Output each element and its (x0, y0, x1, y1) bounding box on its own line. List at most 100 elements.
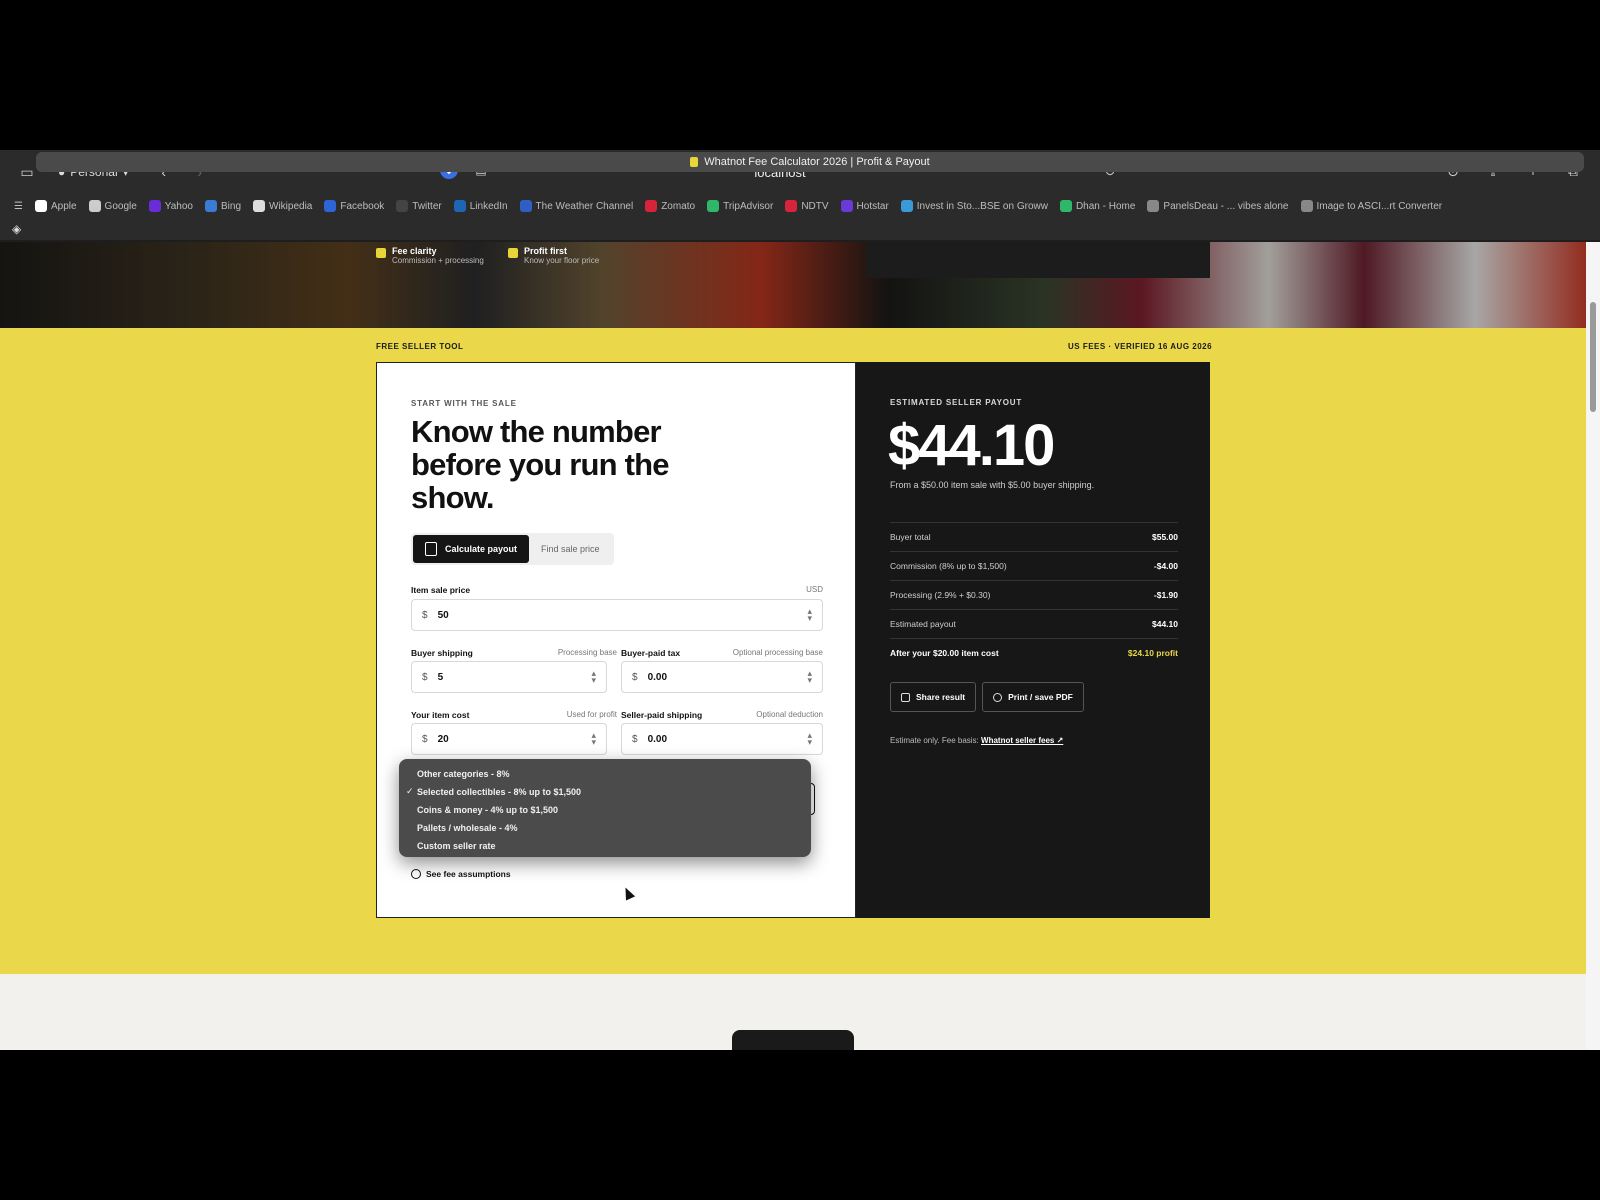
tab-calculate-payout[interactable]: Calculate payout (413, 535, 530, 563)
breakdown-row: Commission (8% up to $1,500) -$4.00 (890, 551, 1178, 580)
fee-breakdown-table: Buyer total $55.00 Commission (8% up to $1… (890, 522, 1178, 667)
stepper-icon[interactable]: ▴ ▾ (591, 669, 596, 685)
stepper-icon[interactable]: ▴ ▾ (807, 731, 812, 747)
link-label: See fee assumptions (426, 869, 511, 879)
tab-site-icon (690, 157, 699, 167)
bookmark-item[interactable]: TripAdvisor (707, 200, 773, 212)
fee-assumptions-link[interactable]: See fee assumptions (411, 869, 511, 879)
buyer-shipping-hint: Processing base (557, 648, 617, 657)
item-price-input[interactable]: $ 50 ▴ ▾ (411, 599, 823, 631)
bookmark-label: NDTV (801, 200, 829, 212)
bookmark-item[interactable]: Bing (204, 200, 241, 212)
row-value: $24.10 profit (1127, 648, 1178, 658)
bookmark-favicon-icon (396, 200, 409, 212)
currency-symbol: $ (632, 733, 638, 745)
floating-pill[interactable] (732, 1030, 854, 1050)
share-icon (901, 692, 910, 702)
bookmark-item[interactable]: Zomato (645, 200, 695, 212)
tab-strip (0, 218, 1600, 240)
category-option[interactable]: Pallets / wholesale - 4% (399, 819, 811, 837)
bookmark-item[interactable]: LinkedIn (453, 200, 508, 212)
bookmark-label: Image to ASCI...rt Converter (1316, 200, 1443, 212)
bookmark-label: Twitter (412, 200, 442, 212)
hero-preview-card (866, 242, 1210, 278)
bookmark-item[interactable]: Hotstar (840, 200, 889, 212)
check-badge-icon (376, 248, 386, 258)
row-label: Buyer total (890, 532, 931, 542)
row-value: -$4.00 (1153, 561, 1178, 571)
bookmark-item[interactable]: PanelsDeau - ... vibes alone (1147, 200, 1289, 212)
print-pdf-button[interactable]: Print / save PDF (982, 682, 1084, 712)
calculator-section: FREE SELLER TOOL US FEES · VERIFIED 16 A… (0, 328, 1586, 974)
row-value: -$1.90 (1153, 590, 1178, 600)
category-option[interactable]: Custom seller rate (399, 837, 811, 855)
estimate-note: Estimate only. Fee basis: Whatnot seller… (890, 736, 1063, 745)
buyer-tax-label: Buyer-paid tax (621, 648, 681, 658)
bookmark-favicon-icon (204, 200, 217, 212)
bookmark-favicon-icon (707, 200, 720, 212)
bookmark-favicon-icon (88, 200, 101, 212)
note-text: Estimate only. Fee basis: (890, 736, 979, 745)
calculator-card: START WITH THE SALE Know the number befo… (376, 362, 856, 918)
share-result-button[interactable]: Share result (890, 682, 977, 712)
tab-label: Find sale price (541, 544, 600, 554)
seller-shipping-hint: Optional deduction (756, 710, 823, 719)
mode-toggle: Calculate payout Find sale price (411, 533, 614, 565)
input-value: 20 (437, 733, 449, 745)
bookmark-item[interactable]: Dhan - Home (1059, 200, 1135, 212)
bookmark-favicon-icon (840, 200, 853, 212)
seller-shipping-input[interactable]: $ 0.00 ▴ ▾ (621, 723, 823, 755)
bookmarks-bar: ☰ Apple Google Yahoo Bing Wikipedia Facebook T… (0, 194, 1600, 218)
option-label: Pallets / wholesale - 4% (417, 823, 518, 833)
option-label: Coins & money - 4% up to $1,500 (417, 805, 559, 815)
bookmark-item[interactable]: Image to ASCI...rt Converter (1300, 200, 1443, 212)
hero-badge-title: Fee clarity (392, 246, 437, 256)
category-option[interactable]: Other categories - 8% (399, 765, 811, 783)
bookmarks-menu-icon[interactable]: ☰ (14, 201, 23, 212)
item-cost-hint: Used for profit (566, 710, 617, 719)
currency-symbol: $ (632, 671, 638, 683)
stepper-icon[interactable]: ▴ ▾ (807, 607, 812, 623)
active-tab[interactable]: Whatnot Fee Calculator 2026 | Profit & P… (36, 152, 1584, 172)
bookmark-item[interactable]: Wikipedia (253, 200, 312, 212)
row-value: $55.00 (1152, 532, 1178, 542)
option-label: Other categories - 8% (417, 769, 510, 779)
category-option[interactable]: Coins & money - 4% up to $1,500 (399, 801, 811, 819)
seller-fees-link[interactable]: Whatnot seller fees ↗ (981, 736, 1063, 745)
input-value: 0.00 (647, 671, 668, 683)
category-option[interactable]: ✓ Selected collectibles - 8% up to $1,500 (399, 783, 811, 801)
bookmark-item[interactable]: The Weather Channel (519, 200, 633, 212)
currency-symbol: $ (422, 609, 428, 621)
buyer-shipping-label: Buyer shipping (411, 648, 473, 658)
bookmark-favicon-icon (645, 200, 658, 212)
tab-find-sale-price[interactable]: Find sale price (529, 535, 612, 563)
bookmark-favicon-icon (324, 200, 337, 212)
input-value: 50 (437, 609, 449, 621)
bookmark-item[interactable]: Twitter (396, 200, 442, 212)
bookmark-item[interactable]: NDTV (785, 200, 829, 212)
calculator-kicker: START WITH THE SALE (411, 399, 517, 408)
bookmark-item[interactable]: Invest in Sto...BSE on Groww (900, 200, 1048, 212)
buyer-shipping-input[interactable]: $ 5 ▴ ▾ (411, 661, 607, 693)
input-value: 5 (437, 671, 444, 683)
page-scrollbar[interactable] (1586, 242, 1600, 1050)
breakdown-row: Processing (2.9% + $0.30) -$1.90 (890, 580, 1178, 609)
stepper-icon[interactable]: ▴ ▾ (807, 669, 812, 685)
mouse-cursor-icon (620, 885, 636, 901)
breakdown-row: Estimated payout $44.10 (890, 609, 1178, 638)
scrollbar-thumb[interactable] (1590, 302, 1596, 412)
bookmark-item[interactable]: Facebook (324, 200, 384, 212)
bookmark-item[interactable]: Apple (34, 200, 77, 212)
bookmark-favicon-icon (1059, 200, 1072, 212)
item-cost-input[interactable]: $ 20 ▴ ▾ (411, 723, 607, 755)
buyer-tax-input[interactable]: $ 0.00 ▴ ▾ (621, 661, 823, 693)
bookmark-item[interactable]: Google (88, 200, 137, 212)
row-label: Processing (2.9% + $0.30) (890, 590, 991, 600)
hero-banner: Fee clarity Commission + processing Prof… (0, 242, 1586, 328)
bookmark-label: TripAdvisor (723, 200, 774, 212)
stepper-icon[interactable]: ▴ ▾ (591, 731, 596, 747)
row-label: Commission (8% up to $1,500) (890, 561, 1007, 571)
bookmark-favicon-icon (1147, 200, 1160, 212)
bookmark-item[interactable]: Yahoo (148, 200, 193, 212)
bookmark-favicon-icon (253, 200, 265, 212)
